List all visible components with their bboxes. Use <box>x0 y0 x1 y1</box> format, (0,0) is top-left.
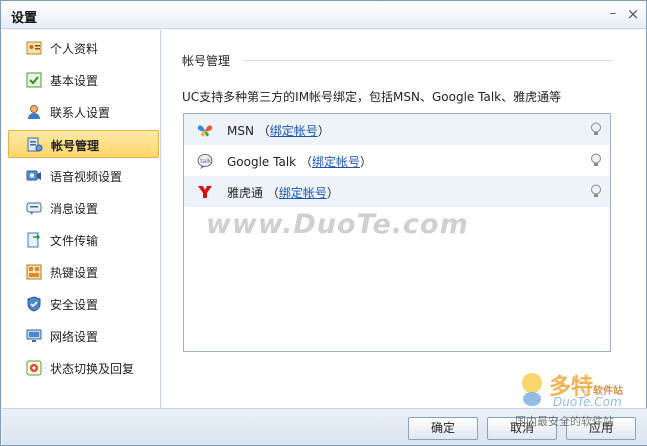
bulb-icon[interactable] <box>589 153 603 167</box>
sidebar-item-message[interactable]: 消息设置 <box>8 194 159 222</box>
profile-card-icon <box>26 41 42 55</box>
account-name: MSN （绑定帐号） <box>227 124 330 138</box>
sidebar-item-hotkey[interactable]: 热键设置 <box>8 258 159 286</box>
logo-en-text: DuoTe.Com <box>553 395 622 409</box>
yahoo-y-icon <box>198 186 212 198</box>
sidebar-item-label: 安全设置 <box>50 298 99 312</box>
sidebar-item-label: 消息设置 <box>50 202 99 216</box>
sidebar-item-network[interactable]: 网络设置 <box>8 322 159 350</box>
sidebar-item-account[interactable]: 帐号管理 <box>8 130 159 158</box>
window-title: 设置 <box>11 11 38 26</box>
account-name: 雅虎通 （绑定帐号） <box>227 186 339 200</box>
sidebar-item-label: 语音视频设置 <box>50 170 123 184</box>
close-button[interactable]: × <box>625 6 641 22</box>
sidebar-item-label: 个人资料 <box>50 42 99 56</box>
section-title: 帐号管理 <box>182 54 231 68</box>
site-watermark: www.DuoTe.com <box>206 209 469 240</box>
account-manage-icon <box>27 137 43 152</box>
bind-account-link-google-talk[interactable]: 绑定帐号 <box>312 155 360 169</box>
contact-person-icon <box>28 105 40 119</box>
account-name: Google Talk （绑定帐号） <box>227 155 372 169</box>
title-bar[interactable]: 设置 – × <box>1 1 646 29</box>
sidebar-item-voice-video[interactable]: 语音视频设置 <box>8 162 159 190</box>
account-description: UC支持多种第三方的IM帐号绑定，包括MSN、Google Talk、雅虎通等 <box>182 90 562 104</box>
status-reply-icon <box>26 360 42 376</box>
mascot-icon <box>522 373 542 406</box>
sidebar-item-label: 联系人设置 <box>50 106 111 120</box>
sidebar-item-profile[interactable]: 个人资料 <box>8 34 159 62</box>
shield-icon <box>27 296 41 312</box>
list-item: MSN （绑定帐号） <box>184 114 610 145</box>
bulb-icon[interactable] <box>589 122 603 136</box>
sidebar-item-file-transfer[interactable]: 文件传输 <box>8 226 159 254</box>
list-item: 雅虎通 （绑定帐号） <box>184 176 610 207</box>
svg-text:talk: talk <box>200 158 212 165</box>
sidebar-item-label: 热键设置 <box>50 266 99 280</box>
network-icon <box>26 329 42 342</box>
voice-video-icon <box>26 170 41 181</box>
file-transfer-icon <box>27 232 41 248</box>
msn-butterfly-icon <box>197 125 213 137</box>
basic-settings-icon <box>26 72 42 88</box>
logo-tagline: 国内最安全的软件站 <box>515 415 614 428</box>
settings-window: 设置 – × 个人资料 基本设置 联系人设置 帐号管理 语音视频设置 消息设置 <box>0 0 647 446</box>
sidebar-item-label: 帐号管理 <box>51 139 100 153</box>
sidebar-item-label: 状态切换及回复 <box>50 362 135 376</box>
settings-sidebar: 个人资料 基本设置 联系人设置 帐号管理 语音视频设置 消息设置 文件传输 热键… <box>2 30 161 408</box>
sidebar-item-contacts[interactable]: 联系人设置 <box>8 98 159 126</box>
site-logo-watermark: 多特软件站 DuoTe.Com 国内最安全的软件站 <box>513 367 643 437</box>
message-icon <box>26 202 42 215</box>
sidebar-item-status-reply[interactable]: 状态切换及回复 <box>8 354 159 382</box>
section-divider <box>244 60 612 61</box>
list-item: talk Google Talk （绑定帐号） <box>184 145 610 176</box>
sidebar-item-basic[interactable]: 基本设置 <box>8 66 159 94</box>
sidebar-item-label: 网络设置 <box>50 330 99 344</box>
hotkey-icon <box>26 264 42 280</box>
minimize-button[interactable]: – <box>605 6 621 22</box>
sidebar-item-label: 基本设置 <box>50 74 99 88</box>
sidebar-item-security[interactable]: 安全设置 <box>8 290 159 318</box>
google-talk-icon: talk <box>197 154 213 169</box>
bind-account-link-yahoo[interactable]: 绑定帐号 <box>279 186 327 200</box>
bulb-icon[interactable] <box>589 184 603 198</box>
sidebar-item-label: 文件传输 <box>50 234 99 248</box>
ok-button[interactable]: 确定 <box>408 417 478 440</box>
bind-account-link-msn[interactable]: 绑定帐号 <box>270 124 318 138</box>
